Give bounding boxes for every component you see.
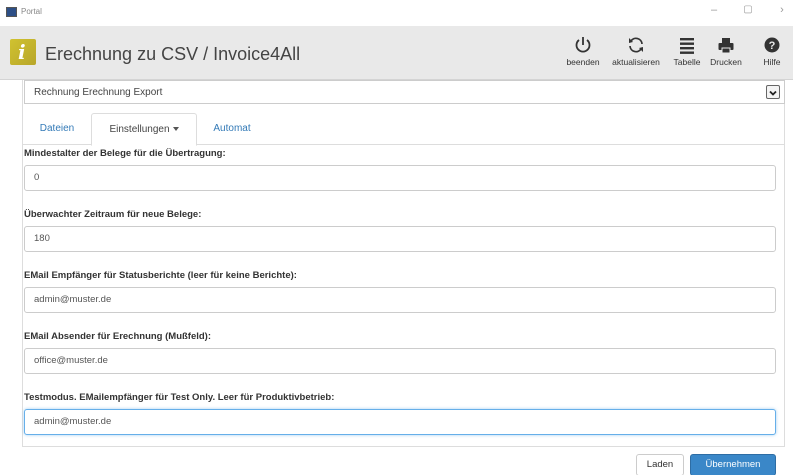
help-button[interactable]: ? Hilfe bbox=[758, 35, 786, 67]
test-mode-label: Testmodus. EMailempfänger für Test Only.… bbox=[24, 392, 335, 403]
chevron-down-icon[interactable] bbox=[766, 85, 780, 99]
tab-dateien-label: Dateien bbox=[39, 123, 75, 134]
quit-button[interactable]: beenden bbox=[561, 35, 605, 67]
window-titlebar: Portal – ▢ › bbox=[0, 0, 793, 26]
tab-einstellungen-label: Einstellungen bbox=[109, 124, 170, 135]
print-button[interactable]: Drucken bbox=[706, 35, 746, 67]
watch-period-label: Überwachter Zeitraum für neue Belege: bbox=[24, 209, 202, 220]
tab-automat[interactable]: Automat bbox=[202, 113, 262, 145]
sender-email-label: EMail Absender für Erechnung (Mußfeld): bbox=[24, 331, 212, 342]
min-age-label: Mindestalter der Belege für die Übertrag… bbox=[24, 148, 226, 159]
apply-button[interactable]: Übernehmen bbox=[690, 454, 776, 475]
list-icon bbox=[680, 38, 694, 54]
refresh-icon bbox=[629, 37, 643, 53]
status-email-input[interactable]: admin@muster.de bbox=[24, 287, 776, 313]
sender-email-input[interactable]: office@muster.de bbox=[24, 348, 776, 374]
maximize-button[interactable]: ▢ bbox=[738, 4, 758, 15]
help-label: Hilfe bbox=[763, 57, 781, 67]
app-window-icon bbox=[6, 7, 17, 17]
close-button[interactable]: › bbox=[772, 4, 792, 16]
tab-automat-label: Automat bbox=[213, 123, 251, 134]
export-profile-value: Rechnung Erechnung Export bbox=[34, 87, 163, 98]
help-icon: ? bbox=[764, 37, 780, 53]
refresh-button[interactable]: aktualisieren bbox=[606, 35, 666, 67]
status-email-label: EMail Empfänger für Statusberichte (leer… bbox=[24, 270, 297, 281]
caret-down-icon bbox=[172, 127, 179, 132]
watch-period-input[interactable]: 180 bbox=[24, 226, 776, 252]
app-header: i Erechnung zu CSV / Invoice4All beenden… bbox=[0, 26, 793, 80]
export-profile-select[interactable]: Rechnung Erechnung Export bbox=[24, 80, 785, 104]
test-mode-input[interactable]: admin@muster.de bbox=[24, 409, 776, 435]
refresh-label: aktualisieren bbox=[612, 57, 660, 67]
minimize-button[interactable]: – bbox=[704, 4, 724, 16]
tab-einstellungen[interactable]: Einstellungen bbox=[91, 113, 197, 146]
load-button[interactable]: Laden bbox=[636, 454, 684, 475]
settings-tabs: Dateien Einstellungen Automat bbox=[22, 113, 785, 146]
quit-label: beenden bbox=[566, 57, 600, 67]
table-label: Tabelle bbox=[673, 57, 701, 67]
window-title: Portal bbox=[21, 7, 42, 16]
table-button[interactable]: Tabelle bbox=[670, 35, 704, 67]
svg-text:?: ? bbox=[769, 40, 776, 52]
app-logo: i bbox=[10, 39, 36, 65]
min-age-input[interactable]: 0 bbox=[24, 165, 776, 191]
power-icon bbox=[575, 37, 591, 53]
tab-dateien[interactable]: Dateien bbox=[28, 113, 86, 145]
app-title: Erechnung zu CSV / Invoice4All bbox=[45, 44, 301, 64]
print-label: Drucken bbox=[710, 57, 742, 67]
print-icon bbox=[718, 38, 734, 54]
